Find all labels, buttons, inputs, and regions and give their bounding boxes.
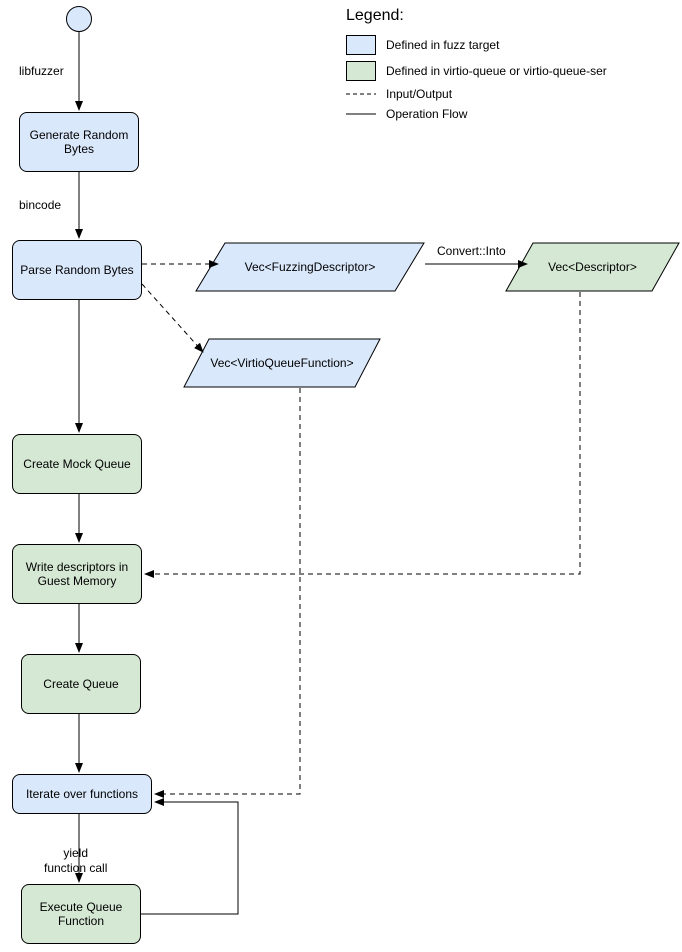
node-create-queue: Create Queue [21, 654, 141, 714]
node-generate-random-bytes: Generate Random Bytes [19, 112, 139, 172]
label-bincode: bincode [19, 198, 61, 212]
label-text: Convert::Into [437, 244, 506, 258]
legend-row-operation-flow: Operation Flow [346, 107, 607, 121]
legend-swatch-green [346, 61, 376, 81]
node-label: Vec<Descriptor> [548, 260, 637, 274]
node-iterate-over-functions: Iterate over functions [12, 774, 152, 814]
legend: Legend: Defined in fuzz target Defined i… [346, 7, 607, 127]
start-node [66, 6, 92, 32]
node-label: Create Queue [43, 677, 118, 691]
node-label: Generate Random Bytes [30, 128, 129, 157]
legend-row-fuzz-target: Defined in fuzz target [346, 35, 607, 55]
node-write-descriptors: Write descriptors in Guest Memory [12, 544, 142, 604]
legend-label: Defined in fuzz target [386, 38, 499, 52]
node-vec-fuzzing-descriptor: Vec<FuzzingDescriptor> [195, 242, 425, 292]
legend-row-input-output: Input/Output [346, 87, 607, 101]
legend-swatch-blue [346, 35, 376, 55]
node-label: Vec<FuzzingDescriptor> [245, 260, 376, 274]
node-label: Parse Random Bytes [20, 263, 133, 277]
legend-dashed-line [346, 91, 376, 97]
node-vec-descriptor: Vec<Descriptor> [505, 242, 680, 292]
node-label: Create Mock Queue [23, 457, 130, 471]
label-text: bincode [19, 198, 61, 212]
legend-label: Defined in virtio-queue or virtio-queue-… [386, 64, 607, 78]
node-label: Write descriptors in Guest Memory [26, 560, 128, 589]
node-create-mock-queue: Create Mock Queue [12, 434, 142, 494]
node-parse-random-bytes: Parse Random Bytes [12, 240, 142, 300]
legend-label: Operation Flow [386, 107, 467, 121]
legend-solid-line [346, 111, 376, 117]
label-text: yield function call [44, 846, 107, 874]
legend-title: Legend: [346, 7, 607, 25]
legend-row-virtio-queue: Defined in virtio-queue or virtio-queue-… [346, 61, 607, 81]
node-label: Execute Queue Function [40, 900, 123, 929]
node-label: Iterate over functions [26, 787, 138, 801]
node-label: Vec<VirtioQueueFunction> [210, 356, 353, 370]
legend-label: Input/Output [386, 87, 452, 101]
node-vec-virtio-queue-function: Vec<VirtioQueueFunction> [183, 338, 381, 388]
label-yield-function-call: yield function call [44, 832, 107, 875]
label-text: libfuzzer [19, 64, 64, 78]
label-libfuzzer: libfuzzer [19, 64, 64, 78]
label-convert-into: Convert::Into [437, 244, 506, 258]
node-execute-queue-function: Execute Queue Function [21, 884, 141, 944]
